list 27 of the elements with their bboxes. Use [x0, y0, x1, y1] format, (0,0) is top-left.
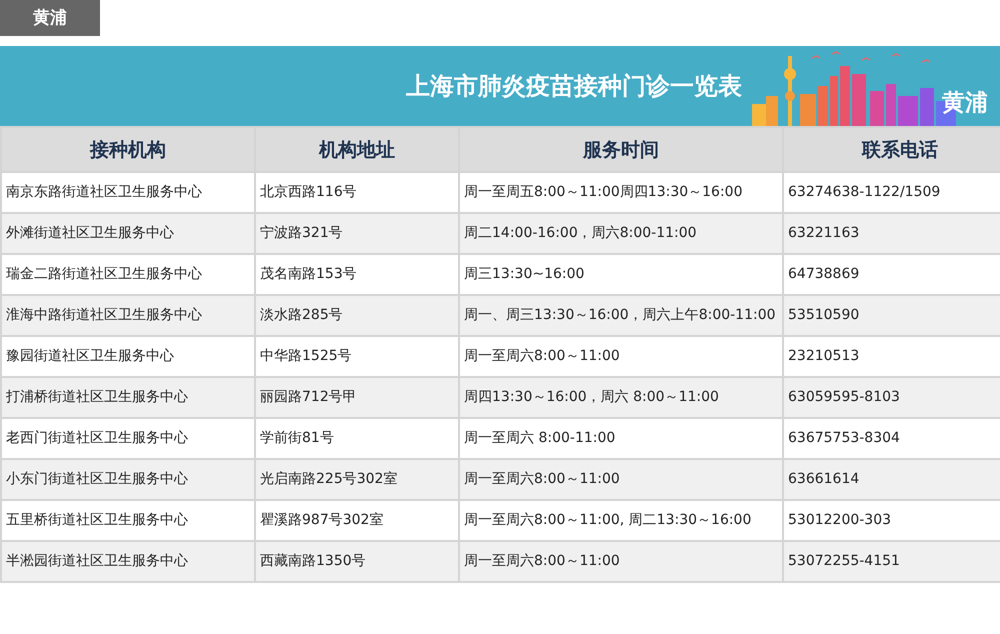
table-cell: 淮海中路街道社区卫生服务中心: [1, 295, 255, 336]
table-cell: 53072255-4151: [783, 541, 1000, 582]
table-cell: 53510590: [783, 295, 1000, 336]
table-cell: 63059595-8103: [783, 377, 1000, 418]
table-cell: 小东门街道社区卫生服务中心: [1, 459, 255, 500]
table-cell: 周一、周三13:30～16:00，周六上午8:00-11:00: [459, 295, 783, 336]
table-cell: 周二14:00-16:00，周六8:00-11:00: [459, 213, 783, 254]
table-cell: 半淞园街道社区卫生服务中心: [1, 541, 255, 582]
table-cell: 丽园路712号甲: [255, 377, 459, 418]
district-tag: 黄浦: [0, 0, 100, 36]
table-cell: 63661614: [783, 459, 1000, 500]
table-cell: 周四13:30～16:00，周六 8:00～11:00: [459, 377, 783, 418]
table-cell: 宁波路321号: [255, 213, 459, 254]
table-cell: 外滩街道社区卫生服务中心: [1, 213, 255, 254]
table-cell: 63221163: [783, 213, 1000, 254]
column-header: 接种机构: [1, 127, 255, 172]
banner-district: 黄浦: [942, 89, 988, 118]
table-cell: 周一至周六8:00～11:00: [459, 459, 783, 500]
column-header: 联系电话: [783, 127, 1000, 172]
banner-title: 上海市肺炎疫苗接种门诊一览表: [406, 71, 742, 102]
table-cell: 光启南路225号302室: [255, 459, 459, 500]
table-cell: 打浦桥街道社区卫生服务中心: [1, 377, 255, 418]
table-cell: 周一至周六8:00～11:00: [459, 541, 783, 582]
table-cell: 西藏南路1350号: [255, 541, 459, 582]
column-header: 机构地址: [255, 127, 459, 172]
table-cell: 淡水路285号: [255, 295, 459, 336]
column-header: 服务时间: [459, 127, 783, 172]
